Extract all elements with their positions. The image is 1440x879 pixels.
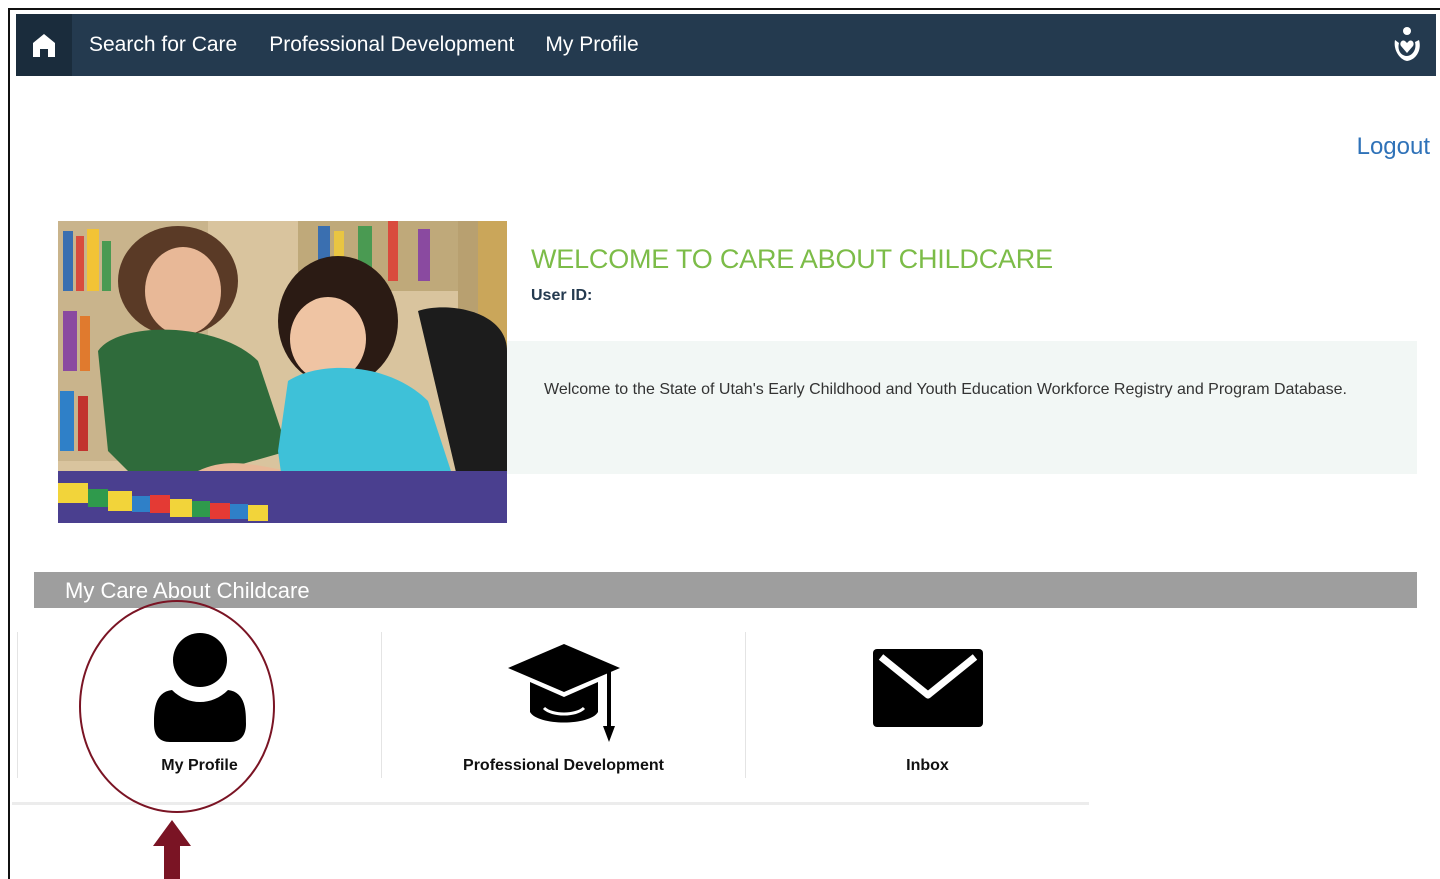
annotation-up-arrow-icon	[153, 820, 191, 879]
hero-image	[58, 221, 507, 523]
home-icon	[33, 34, 55, 57]
welcome-message: Welcome to the State of Utah's Early Chi…	[544, 381, 1347, 398]
nav-professional-development[interactable]: Professional Development	[269, 33, 514, 57]
section-header: My Care About Childcare	[34, 572, 1417, 608]
nav-my-profile[interactable]: My Profile	[545, 33, 638, 57]
welcome-message-box: Welcome to the State of Utah's Early Chi…	[507, 341, 1417, 474]
annotation-circle	[79, 600, 275, 813]
home-button[interactable]	[16, 14, 72, 76]
top-navbar: Search for Care Professional Development…	[16, 14, 1436, 76]
tile-label: Inbox	[906, 757, 949, 774]
logout-link[interactable]: Logout	[1357, 133, 1430, 161]
user-id-label: User ID:	[531, 287, 593, 304]
welcome-title: WELCOME TO CARE ABOUT CHILDCARE	[531, 244, 1053, 274]
care-about-childcare-logo-icon[interactable]	[1390, 26, 1424, 64]
tile-inbox[interactable]: Inbox	[746, 632, 1109, 778]
section-title: My Care About Childcare	[65, 578, 310, 603]
tile-label: Professional Development	[463, 757, 664, 774]
tile-professional-development[interactable]: Professional Development	[382, 632, 745, 778]
nav-search-for-care[interactable]: Search for Care	[89, 33, 237, 57]
envelope-icon	[872, 649, 983, 727]
graduation-cap-icon	[507, 644, 620, 742]
